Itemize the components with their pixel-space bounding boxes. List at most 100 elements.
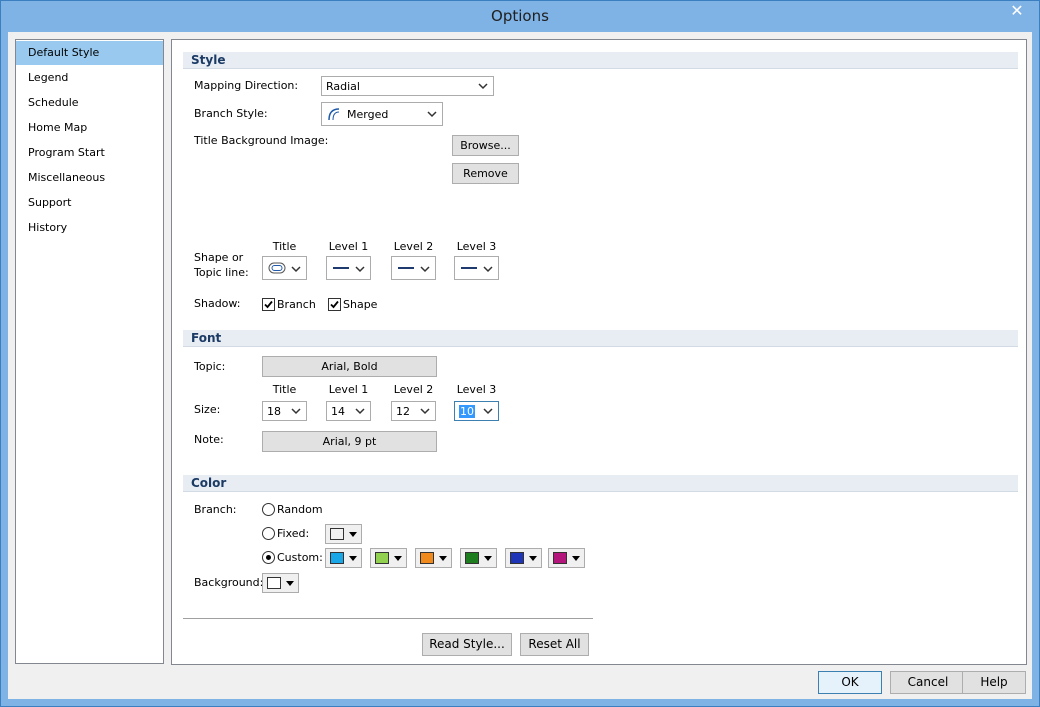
dropdown-arrow-icon xyxy=(529,556,537,561)
close-button[interactable]: ✕ xyxy=(1001,2,1033,20)
custom-color-button-6[interactable] xyxy=(548,548,585,568)
level2-size-select[interactable]: 12 xyxy=(391,401,436,421)
browse-button[interactable]: Browse... xyxy=(452,135,519,156)
chevron-down-icon xyxy=(427,111,437,118)
background-color-button[interactable] xyxy=(262,573,299,593)
level3-size-select[interactable]: 10 xyxy=(454,401,499,421)
level3-size-value: 10 xyxy=(459,405,475,418)
cancel-button[interactable]: Cancel xyxy=(890,671,966,694)
size-col-level1: Level 1 xyxy=(328,383,369,396)
fixed-color-button[interactable] xyxy=(325,524,362,544)
custom-color-button-3[interactable] xyxy=(415,548,452,568)
level1-line-select[interactable] xyxy=(326,256,371,280)
remove-button[interactable]: Remove xyxy=(452,163,519,184)
shadow-shape-checkbox[interactable] xyxy=(328,298,341,311)
mapping-direction-label: Mapping Direction: xyxy=(194,79,299,92)
color-swatch xyxy=(420,552,434,564)
color-swatch xyxy=(553,552,567,564)
random-radio[interactable] xyxy=(262,503,275,516)
divider xyxy=(183,618,593,619)
rounded-rect-shape-icon xyxy=(268,262,286,274)
dropdown-arrow-icon xyxy=(349,532,357,537)
size-col-level3: Level 3 xyxy=(456,383,497,396)
fixed-label: Fixed: xyxy=(277,527,310,540)
checkmark-icon xyxy=(330,300,339,309)
radio-selected-dot xyxy=(266,555,271,560)
level3-line-select[interactable] xyxy=(454,256,499,280)
nav-item-program-start[interactable]: Program Start xyxy=(16,141,163,165)
reset-all-button[interactable]: Reset All xyxy=(520,633,589,656)
topic-font-button[interactable]: Arial, Bold xyxy=(262,356,437,377)
note-font-label: Note: xyxy=(194,433,224,446)
window-title: Options xyxy=(491,7,549,25)
color-swatch xyxy=(465,552,479,564)
color-swatch xyxy=(510,552,524,564)
shape-label-line2: Topic line: xyxy=(194,266,249,279)
branch-style-label: Branch Style: xyxy=(194,107,268,120)
custom-radio[interactable] xyxy=(262,551,275,564)
custom-color-button-5[interactable] xyxy=(505,548,542,568)
chevron-down-icon xyxy=(291,408,301,415)
note-font-button[interactable]: Arial, 9 pt xyxy=(262,431,437,452)
merged-branch-icon xyxy=(328,108,340,121)
shadow-branch-label: Branch xyxy=(277,298,316,311)
nav-item-schedule[interactable]: Schedule xyxy=(16,91,163,115)
style-section-header: Style xyxy=(183,52,1018,69)
mapping-direction-value: Radial xyxy=(326,80,360,93)
font-section-header: Font xyxy=(183,330,1018,347)
title-size-select[interactable]: 18 xyxy=(262,401,307,421)
color-swatch xyxy=(267,577,281,589)
mapping-direction-select[interactable]: Radial xyxy=(321,76,494,96)
shape-label-line1: Shape or xyxy=(194,251,244,264)
branch-style-select[interactable]: Merged xyxy=(321,102,443,126)
color-swatch xyxy=(330,528,344,540)
title-size-value: 18 xyxy=(267,405,281,418)
size-col-level2: Level 2 xyxy=(393,383,434,396)
read-style-button[interactable]: Read Style... xyxy=(422,633,512,656)
ok-button[interactable]: OK xyxy=(818,671,882,694)
topic-line-icon xyxy=(333,267,349,269)
chevron-down-icon xyxy=(420,408,430,415)
dropdown-arrow-icon xyxy=(286,581,294,586)
nav-item-miscellaneous[interactable]: Miscellaneous xyxy=(16,166,163,190)
shape-col-level1: Level 1 xyxy=(328,240,369,253)
fixed-radio[interactable] xyxy=(262,527,275,540)
chevron-down-icon xyxy=(478,83,488,90)
topic-line-icon xyxy=(461,267,477,269)
title-bar[interactable]: Options ✕ xyxy=(1,1,1039,32)
shadow-label: Shadow: xyxy=(194,297,241,310)
nav-item-legend[interactable]: Legend xyxy=(16,66,163,90)
nav-item-support[interactable]: Support xyxy=(16,191,163,215)
chevron-down-icon xyxy=(355,266,365,273)
dropdown-arrow-icon xyxy=(484,556,492,561)
topic-font-label: Topic: xyxy=(194,360,226,373)
level2-line-select[interactable] xyxy=(391,256,436,280)
custom-color-button-1[interactable] xyxy=(325,548,362,568)
custom-color-button-4[interactable] xyxy=(460,548,497,568)
help-button[interactable]: Help xyxy=(962,671,1026,694)
checkmark-icon xyxy=(264,300,273,309)
title-shape-select[interactable] xyxy=(262,256,307,280)
topic-line-icon xyxy=(398,267,414,269)
dropdown-arrow-icon xyxy=(394,556,402,561)
branch-style-value: Merged xyxy=(347,108,389,121)
shadow-branch-checkbox[interactable] xyxy=(262,298,275,311)
chevron-down-icon xyxy=(420,266,430,273)
settings-panel: Style Mapping Direction: Radial Branch S… xyxy=(171,39,1027,665)
dropdown-arrow-icon xyxy=(572,556,580,561)
shape-col-level2: Level 2 xyxy=(393,240,434,253)
custom-label: Custom: xyxy=(277,551,323,564)
nav-item-default-style[interactable]: Default Style xyxy=(16,41,163,65)
dropdown-arrow-icon xyxy=(349,556,357,561)
chevron-down-icon xyxy=(355,408,365,415)
nav-item-history[interactable]: History xyxy=(16,216,163,240)
chevron-down-icon xyxy=(483,408,493,415)
shadow-shape-label: Shape xyxy=(343,298,378,311)
category-list: Default Style Legend Schedule Home Map P… xyxy=(15,39,164,664)
custom-color-button-2[interactable] xyxy=(370,548,407,568)
color-swatch xyxy=(330,552,344,564)
level2-size-value: 12 xyxy=(396,405,410,418)
nav-item-home-map[interactable]: Home Map xyxy=(16,116,163,140)
level1-size-select[interactable]: 14 xyxy=(326,401,371,421)
dialog-client: Default Style Legend Schedule Home Map P… xyxy=(8,32,1032,699)
